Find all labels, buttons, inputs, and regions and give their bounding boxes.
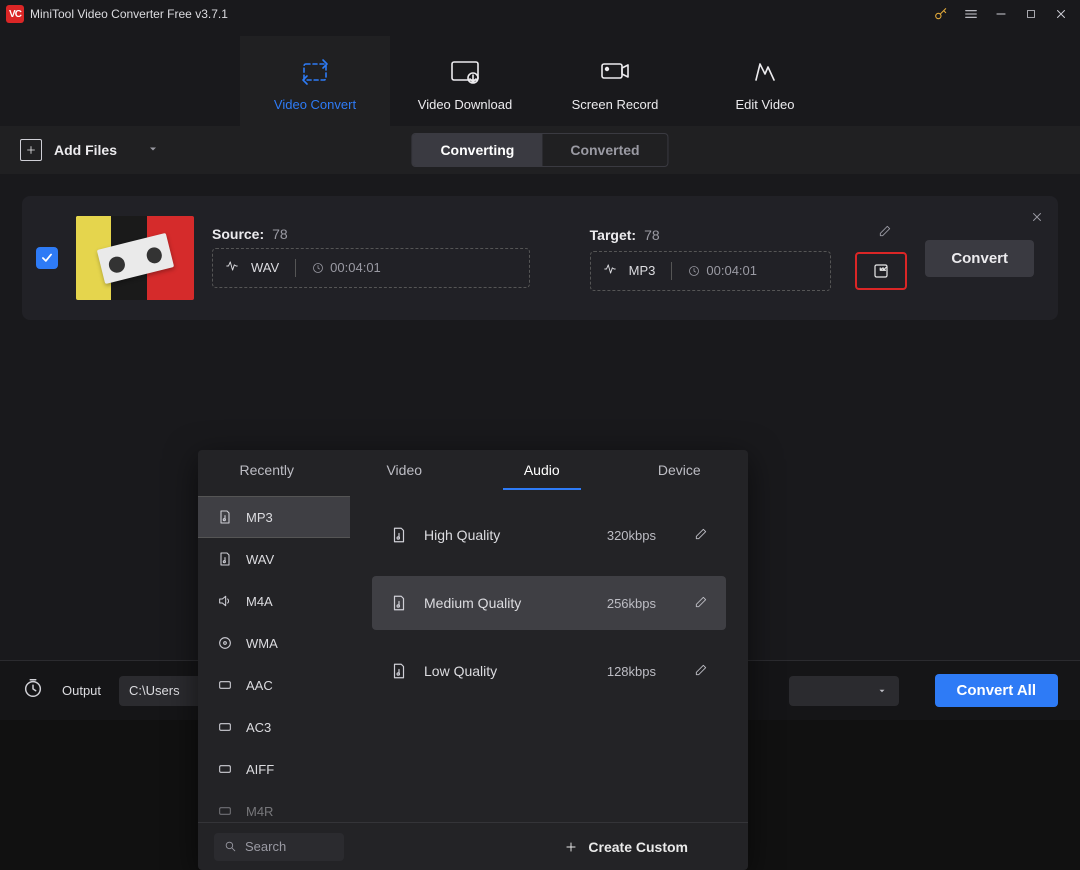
source-duration: 00:04:01 xyxy=(312,260,381,275)
popover-tab-video[interactable]: Video xyxy=(336,450,474,490)
source-info: WAV 00:04:01 xyxy=(212,248,530,288)
tab-label: Video Download xyxy=(418,97,512,112)
audio-file-icon xyxy=(390,526,408,544)
format-item-m4r[interactable]: M4R xyxy=(198,790,350,822)
badge-icon xyxy=(216,802,234,820)
popover-tab-recently[interactable]: Recently xyxy=(198,450,336,490)
titlebar: VC MiniTool Video Converter Free v3.7.1 xyxy=(0,0,1080,28)
convert-all-button[interactable]: Convert All xyxy=(935,674,1058,707)
quality-rate: 320kbps xyxy=(607,528,656,543)
global-format-dropdown[interactable] xyxy=(789,676,899,706)
rename-icon[interactable] xyxy=(878,224,892,243)
file-thumbnail xyxy=(76,216,194,300)
download-icon xyxy=(448,57,482,87)
wave-icon xyxy=(225,259,239,276)
format-search[interactable]: Search xyxy=(214,833,344,861)
popover-tabs: Recently Video Audio Device xyxy=(198,450,748,490)
badge-icon xyxy=(216,718,234,736)
target-label: Target: xyxy=(590,227,636,243)
target-duration: 00:04:01 xyxy=(688,263,757,278)
format-item-mp3[interactable]: MP3 xyxy=(198,496,350,538)
tab-label: Edit Video xyxy=(735,97,794,112)
quality-rate: 128kbps xyxy=(607,664,656,679)
popover-tab-audio[interactable]: Audio xyxy=(473,450,611,490)
format-popover: Recently Video Audio Device MP3 WAV xyxy=(198,450,748,870)
tab-screen-record[interactable]: Screen Record xyxy=(540,36,690,126)
create-custom-button[interactable]: Create Custom xyxy=(564,839,688,855)
source-name: 78 xyxy=(272,226,288,242)
tab-label: Screen Record xyxy=(572,97,659,112)
format-picker-button[interactable] xyxy=(855,252,907,290)
wave-icon xyxy=(603,262,617,279)
app-logo-icon: VC xyxy=(6,5,24,23)
audio-file-icon xyxy=(390,594,408,612)
source-column: Source: 78 WAV 00:04:01 xyxy=(212,226,530,291)
disc-icon xyxy=(216,634,234,652)
schedule-icon[interactable] xyxy=(22,677,44,704)
format-item-wma[interactable]: WMA xyxy=(198,622,350,664)
target-info: MP3 00:04:01 xyxy=(590,251,832,291)
popover-footer: Search Create Custom xyxy=(198,822,748,870)
audio-file-icon xyxy=(390,662,408,680)
format-item-ac3[interactable]: AC3 xyxy=(198,706,350,748)
quality-list: High Quality 320kbps Medium Quality 256k… xyxy=(350,490,748,822)
edit-icon xyxy=(750,57,780,87)
quality-rate: 256kbps xyxy=(607,596,656,611)
tab-edit-video[interactable]: Edit Video xyxy=(690,36,840,126)
row-checkbox[interactable] xyxy=(36,247,58,269)
edit-preset-icon[interactable] xyxy=(694,527,708,544)
audio-file-icon xyxy=(216,508,234,526)
target-format: MP3 xyxy=(629,263,656,278)
output-label: Output xyxy=(62,683,101,698)
search-icon xyxy=(224,840,237,853)
minimize-icon[interactable] xyxy=(986,3,1016,25)
quality-medium[interactable]: Medium Quality 256kbps xyxy=(372,576,726,630)
search-placeholder: Search xyxy=(245,839,286,854)
key-icon[interactable] xyxy=(926,3,956,25)
popover-tab-device[interactable]: Device xyxy=(611,450,749,490)
badge-icon xyxy=(216,676,234,694)
convert-icon xyxy=(298,57,332,87)
target-column: Target: 78 MP3 00:04:01 xyxy=(590,226,908,291)
tab-label: Video Convert xyxy=(274,97,356,112)
source-format: WAV xyxy=(251,260,279,275)
plus-icon xyxy=(20,139,42,161)
add-files-label: Add Files xyxy=(54,142,117,158)
action-toolbar: Add Files Converting Converted xyxy=(0,126,1080,174)
file-row: Source: 78 WAV 00:04:01 Target: 78 xyxy=(22,196,1058,320)
format-item-m4a[interactable]: M4A xyxy=(198,580,350,622)
edit-preset-icon[interactable] xyxy=(694,663,708,680)
edit-preset-icon[interactable] xyxy=(694,595,708,612)
main-tabs: Video Convert Video Download Screen Reco… xyxy=(0,28,1080,126)
audio-file-icon xyxy=(216,550,234,568)
format-item-aiff[interactable]: AIFF xyxy=(198,748,350,790)
remove-row-icon[interactable] xyxy=(1030,210,1044,229)
chevron-down-icon xyxy=(877,686,887,696)
content-area: Source: 78 WAV 00:04:01 Target: 78 xyxy=(0,174,1080,660)
status-segment: Converting Converted xyxy=(411,133,668,167)
quality-low[interactable]: Low Quality 128kbps xyxy=(372,644,726,698)
record-icon xyxy=(598,57,632,87)
app-title: MiniTool Video Converter Free v3.7.1 xyxy=(30,7,228,21)
app-window: VC MiniTool Video Converter Free v3.7.1 … xyxy=(0,0,1080,720)
target-name: 78 xyxy=(644,227,660,243)
menu-icon[interactable] xyxy=(956,3,986,25)
format-item-wav[interactable]: WAV xyxy=(198,538,350,580)
format-list[interactable]: MP3 WAV M4A WMA xyxy=(198,490,350,822)
plus-icon xyxy=(564,840,578,854)
tab-video-convert[interactable]: Video Convert xyxy=(240,36,390,126)
speaker-icon xyxy=(216,592,234,610)
add-files-button[interactable]: Add Files xyxy=(20,139,159,161)
chevron-down-icon[interactable] xyxy=(147,142,159,158)
quality-high[interactable]: High Quality 320kbps xyxy=(372,508,726,562)
maximize-icon[interactable] xyxy=(1016,3,1046,25)
tab-video-download[interactable]: Video Download xyxy=(390,36,540,126)
seg-converting[interactable]: Converting xyxy=(412,134,542,166)
seg-converted[interactable]: Converted xyxy=(542,134,667,166)
format-item-aac[interactable]: AAC xyxy=(198,664,350,706)
close-icon[interactable] xyxy=(1046,3,1076,25)
source-label: Source: xyxy=(212,226,264,242)
convert-button[interactable]: Convert xyxy=(925,240,1034,277)
badge-icon xyxy=(216,760,234,778)
